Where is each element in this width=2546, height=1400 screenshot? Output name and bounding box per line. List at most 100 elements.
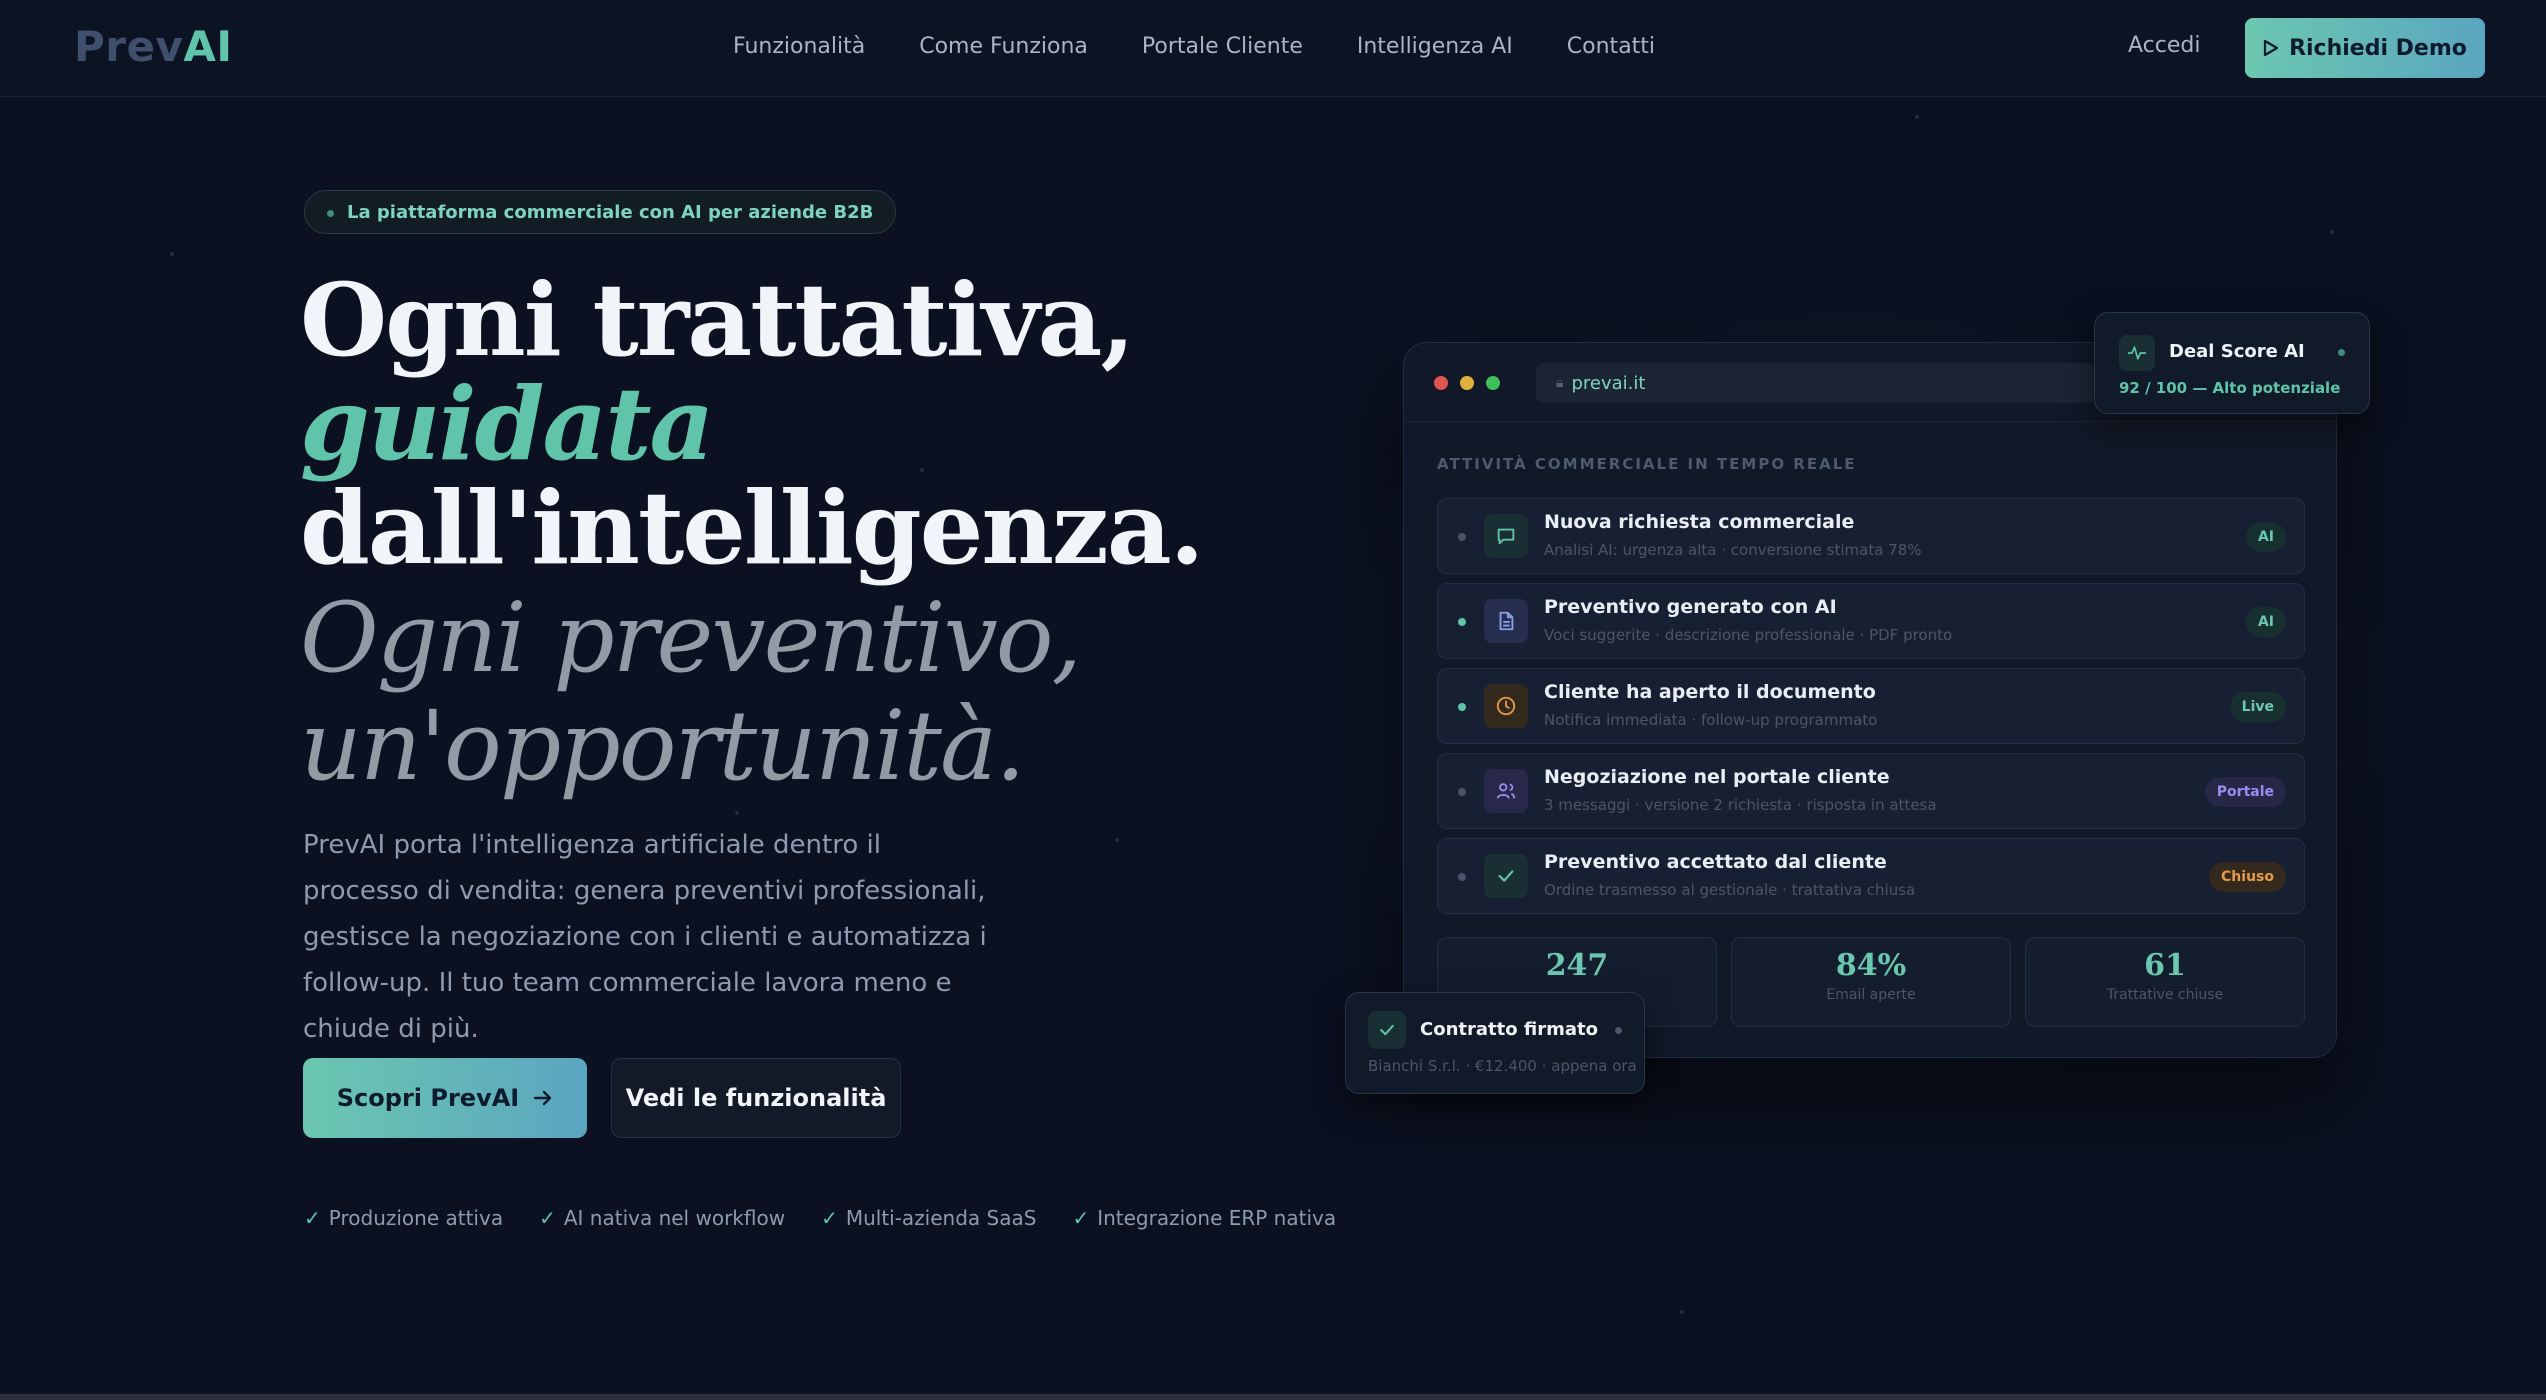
request-demo-button[interactable]: Richiedi Demo xyxy=(2245,18,2485,78)
stat-number: 247 xyxy=(1545,948,1609,983)
row-title: Negoziazione nel portale cliente xyxy=(1544,766,1890,788)
stat-card: 84% Email aperte xyxy=(1731,937,2011,1027)
background-dot xyxy=(1915,115,1919,119)
activity-section-title: ATTIVITÀ COMMERCIALE IN TEMPO REALE xyxy=(1437,455,1857,473)
hero-subtitle: Ogni preventivo, un'opportunità. xyxy=(300,582,1082,802)
activity-row: Preventivo generato con AI Voci suggerit… xyxy=(1437,583,2305,659)
background-dot xyxy=(735,811,739,815)
bottom-edge xyxy=(0,1394,2546,1400)
row-subtitle: 3 messaggi · versione 2 richiesta · risp… xyxy=(1544,796,1937,814)
see-features-button[interactable]: Vedi le funzionalità xyxy=(611,1058,901,1138)
row-title: Nuova richiesta commerciale xyxy=(1544,511,1855,533)
check-icon xyxy=(1484,854,1528,898)
row-subtitle: Voci suggerite · descrizione professiona… xyxy=(1544,626,1953,644)
nav-link-funzionalita[interactable]: Funzionalità xyxy=(733,34,865,59)
row-subtitle: Analisi AI: urgenza alta · conversione s… xyxy=(1544,541,1922,559)
stat-number: 84% xyxy=(1835,948,1907,983)
logo[interactable]: PrevAI xyxy=(74,22,233,71)
check-icon: ✓ xyxy=(821,1206,838,1230)
logo-ai: AI xyxy=(183,22,233,71)
url-bar: 🔒︎ prevai.it xyxy=(1536,363,2096,403)
row-bullet xyxy=(1458,703,1466,711)
deal-score-card: Deal Score AI 92 / 100 — Alto potenziale xyxy=(2094,312,2370,414)
hero-title-line2: guidata xyxy=(300,365,714,483)
row-tag: Live xyxy=(2229,692,2286,722)
stat-card: 61 Trattative chiuse xyxy=(2025,937,2305,1027)
check-label: AI nativa nel workflow xyxy=(563,1206,786,1230)
login-link[interactable]: Accedi xyxy=(2128,33,2200,58)
nav-link-contatti[interactable]: Contatti xyxy=(1567,34,1655,59)
app-mockup: 🔒︎ prevai.it ATTIVITÀ COMMERCIALE IN TEM… xyxy=(1403,342,2337,1058)
deal-score-detail: 92 / 100 — Alto potenziale xyxy=(2119,379,2341,397)
check-label: Produzione attiva xyxy=(328,1206,504,1230)
hero-title-line3: dall'intelligenza. xyxy=(300,469,1204,587)
logo-prev: Prev xyxy=(74,22,184,71)
hero-subtitle-line1: Ogni preventivo, xyxy=(300,582,1082,694)
row-title: Cliente ha aperto il documento xyxy=(1544,681,1876,703)
hero-title-line1: Ogni trattativa, xyxy=(300,261,1135,379)
contract-signed-card: Contratto firmato Bianchi S.r.l. · €12.4… xyxy=(1345,992,1645,1094)
stat-label: Email aperte xyxy=(1826,987,1916,1003)
maximize-dot-icon xyxy=(1486,376,1500,390)
nav-link-portale-cliente[interactable]: Portale Cliente xyxy=(1142,34,1303,59)
check-label: Multi-azienda SaaS xyxy=(845,1206,1037,1230)
close-dot-icon xyxy=(1434,376,1448,390)
activity-row: Cliente ha aperto il documento Notifica … xyxy=(1437,668,2305,744)
row-tag: AI xyxy=(2245,522,2286,552)
feature-checks: ✓ Produzione attiva ✓ AI nativa nel workfl… xyxy=(304,1206,1336,1230)
activity-pulse-icon xyxy=(2119,335,2155,371)
url-text: prevai.it xyxy=(1571,372,1646,394)
lock-icon: 🔒︎ xyxy=(1556,375,1564,391)
check-label: Integrazione ERP nativa xyxy=(1097,1206,1337,1230)
row-bullet xyxy=(1458,618,1466,626)
check-icon: ✓ xyxy=(304,1206,321,1230)
hero-badge: La piattaforma commerciale con AI per az… xyxy=(304,190,897,234)
row-bullet xyxy=(1458,533,1466,541)
users-icon xyxy=(1484,769,1528,813)
check-item: ✓ Integrazione ERP nativa xyxy=(1072,1206,1336,1230)
top-nav: PrevAI Funzionalità Come Funziona Portal… xyxy=(0,0,2546,97)
check-icon: ✓ xyxy=(539,1206,556,1230)
activity-row: Nuova richiesta commerciale Analisi AI: … xyxy=(1437,498,2305,574)
row-bullet xyxy=(1458,873,1466,881)
activity-row: Negoziazione nel portale cliente 3 messa… xyxy=(1437,753,2305,829)
status-dot xyxy=(2338,349,2345,356)
contract-title: Contratto firmato xyxy=(1420,1019,1598,1040)
discover-prevai-label: Scopri PrevAI xyxy=(336,1084,520,1112)
row-subtitle: Ordine trasmesso al gestionale · trattat… xyxy=(1544,881,1916,899)
discover-prevai-button[interactable]: Scopri PrevAI xyxy=(303,1058,587,1138)
background-dot xyxy=(1115,838,1119,842)
play-icon xyxy=(2263,39,2279,57)
stat-number: 61 xyxy=(2144,948,2186,983)
request-demo-label: Richiedi Demo xyxy=(2289,35,2467,61)
chat-icon xyxy=(1484,514,1528,558)
deal-score-title: Deal Score AI xyxy=(2169,341,2305,362)
row-subtitle: Notifica immediata · follow-up programma… xyxy=(1544,711,1878,729)
clock-icon xyxy=(1484,684,1528,728)
status-dot xyxy=(1615,1027,1622,1034)
background-dot xyxy=(2330,230,2334,234)
check-icon xyxy=(1368,1011,1406,1049)
minimize-dot-icon xyxy=(1460,376,1474,390)
background-dot xyxy=(1680,1310,1684,1314)
activity-row: Preventivo accettato dal cliente Ordine … xyxy=(1437,838,2305,914)
hero-paragraph: PrevAI porta l'intelligenza artificiale … xyxy=(303,830,987,1044)
row-tag: Chiuso xyxy=(2209,862,2286,892)
check-item: ✓ AI nativa nel workflow xyxy=(539,1206,785,1230)
background-dot xyxy=(170,252,174,256)
row-tag: AI xyxy=(2245,607,2286,637)
row-bullet xyxy=(1458,788,1466,796)
row-title: Preventivo accettato dal cliente xyxy=(1544,851,1887,873)
row-tag: Portale xyxy=(2204,777,2286,807)
nav-links: Funzionalità Come Funziona Portale Clien… xyxy=(733,34,1655,59)
window-controls xyxy=(1434,376,1500,390)
check-item: ✓ Multi-azienda SaaS xyxy=(821,1206,1036,1230)
contract-detail: Bianchi S.r.l. · €12.400 · appena ora xyxy=(1368,1057,1637,1075)
hero-subtitle-line2: un'opportunità. xyxy=(300,690,1026,802)
row-title: Preventivo generato con AI xyxy=(1544,596,1837,618)
hero-title: Ogni trattativa, guidata dall'intelligen… xyxy=(300,261,1204,587)
nav-link-come-funziona[interactable]: Come Funziona xyxy=(919,34,1088,59)
nav-link-intelligenza-ai[interactable]: Intelligenza AI xyxy=(1357,34,1513,59)
check-icon: ✓ xyxy=(1072,1206,1090,1230)
check-item: ✓ Produzione attiva xyxy=(304,1206,503,1230)
